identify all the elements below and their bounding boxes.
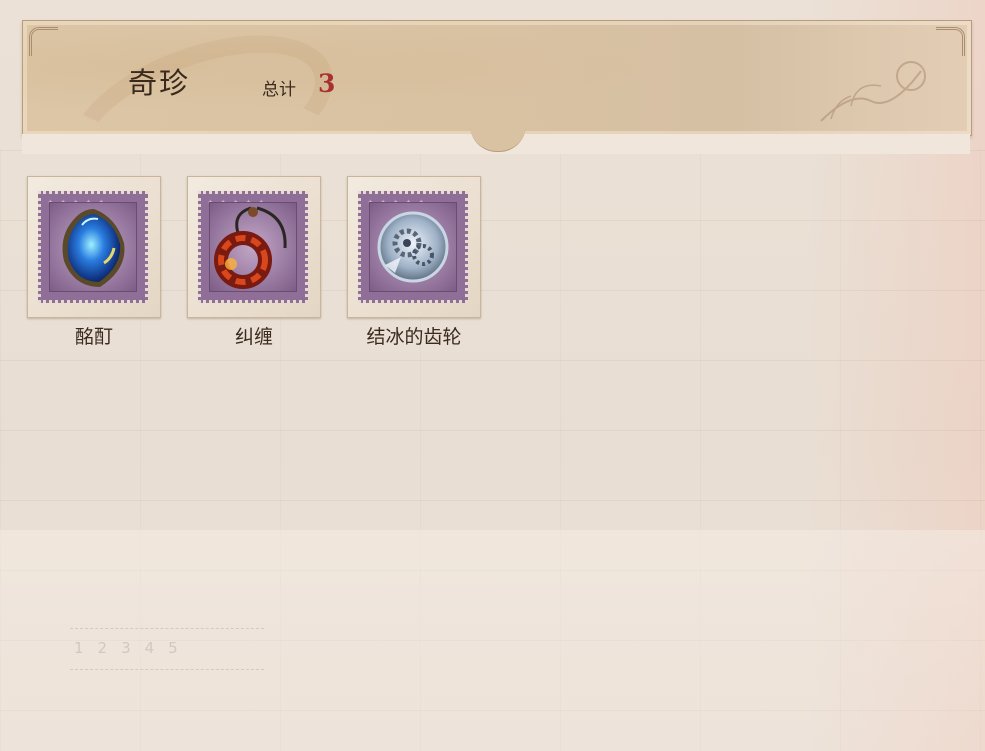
item-card-frozen-gear[interactable]: ✦✦✦✦✦ 结冰的齿轮: [347, 176, 481, 349]
flower-ornament-icon: [820, 61, 926, 122]
item-frame: ✦✦✦✦✦: [27, 176, 161, 318]
red-ring-pendant-icon: [214, 206, 287, 289]
page-title: 奇珍: [128, 66, 191, 100]
item-frame: ✦✦✦✦✦: [347, 176, 481, 318]
stamp-background: ✦✦✦✦✦: [358, 191, 468, 303]
item-name: 结冰的齿轮: [366, 326, 462, 348]
stamp-background: ✦✦✦✦✦: [198, 191, 308, 303]
stamp-background: ✦✦✦✦✦: [38, 191, 148, 303]
item-card-jiuchan[interactable]: ✦✦✦✦✦ 纠缠: [187, 176, 321, 349]
blue-heart-crystal-icon: [62, 209, 125, 287]
total-label: 总计: [262, 80, 296, 100]
background-ruler-decoration: 12345: [70, 628, 264, 670]
total-count: 3: [318, 69, 336, 98]
frozen-gear-icon: [377, 211, 449, 283]
item-name: 酩酊: [74, 326, 113, 348]
item-name: 纠缠: [234, 326, 273, 348]
item-frame: ✦✦✦✦✦: [187, 176, 321, 318]
item-card-mingding[interactable]: ✦✦✦✦✦ 酩酊: [27, 176, 161, 349]
